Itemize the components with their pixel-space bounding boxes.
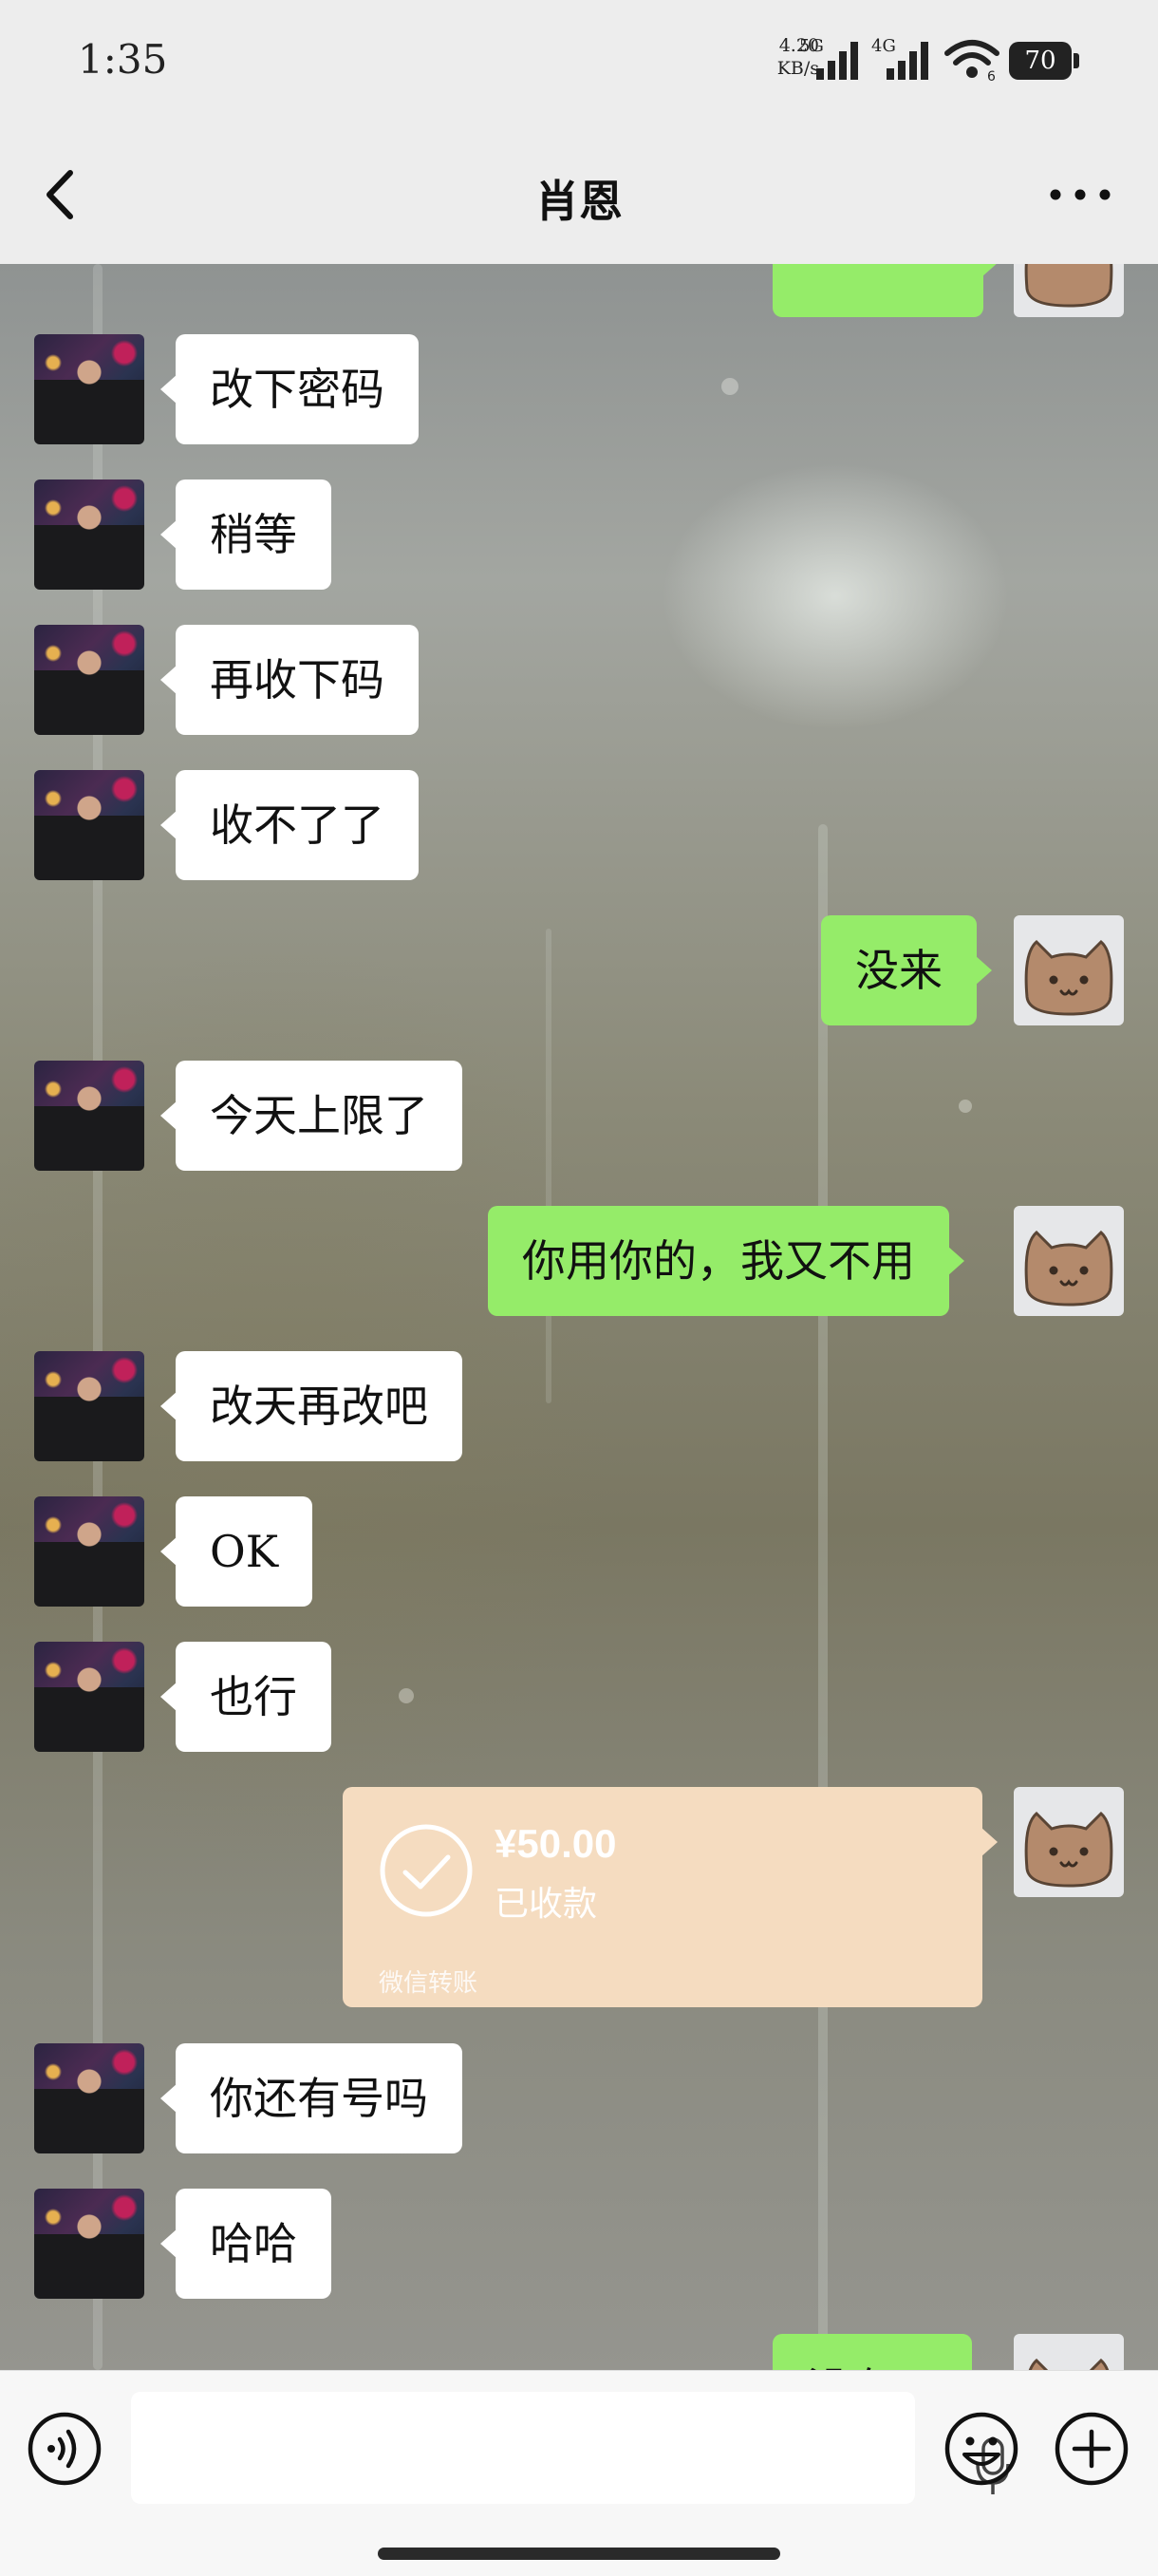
background-drop [721,378,738,395]
incoming-message-bubble[interactable]: 稍等 [160,479,331,590]
outgoing-message-bubble[interactable] [773,264,999,317]
status-time: 1:35 [78,36,168,83]
incoming-message-bubble[interactable]: 再收下码 [160,625,419,735]
background-drip [546,929,551,1403]
status-bar: 1:35 4.20 KB/s 5G 4G 6 70 [0,0,1158,123]
self-avatar[interactable] [1014,1787,1124,1897]
contact-avatar[interactable] [34,770,144,880]
check-circle-icon [380,1824,473,1917]
background-drip [818,824,828,2370]
outgoing-message-bubble[interactable]: 你用你的，我又不用 [488,1206,964,1316]
plus-circle-icon[interactable] [1054,2411,1130,2487]
background-drop [959,1100,972,1113]
contact-avatar[interactable] [34,479,144,590]
contact-avatar[interactable] [34,1061,144,1171]
incoming-message-bubble[interactable]: 今天上限了 [160,1061,462,1171]
contact-avatar[interactable] [34,1642,144,1752]
incoming-message-bubble[interactable]: 收不了了 [160,770,419,880]
battery-indicator: 70 [1009,42,1079,80]
cat-avatar-icon [1024,1230,1113,1307]
cat-avatar-icon [1024,264,1113,308]
network-speed-unit: KB/s [776,58,819,79]
chat-title: 肖恩 [535,176,623,227]
contact-avatar[interactable] [34,2043,144,2153]
cat-avatar-icon [1024,1811,1113,1888]
incoming-message-bubble[interactable]: 哈哈 [160,2189,331,2299]
cellular-signal-icon [887,42,928,80]
chat-message-list[interactable]: 改下密码 稍等 再收下码 收不了了 没来 今天上限了 你用你的，我又不用 改天再… [0,264,1158,2370]
self-avatar[interactable] [1014,264,1124,317]
message-text-field[interactable] [131,2392,1010,2504]
more-dots-icon[interactable] [1044,180,1116,209]
incoming-message-bubble[interactable]: 你还有号吗 [160,2043,462,2153]
cellular-signal-icon [816,42,858,80]
incoming-message-bubble[interactable]: 改天再改吧 [160,1351,462,1461]
message-input-bar [0,2370,1158,2576]
home-indicator[interactable] [378,2548,780,2560]
transfer-card[interactable]: ¥50.00 已收款 微信转账 [343,1787,998,2007]
voice-mode-icon[interactable] [27,2411,103,2487]
self-avatar[interactable] [1014,915,1124,1025]
contact-avatar[interactable] [34,625,144,735]
background-drop [399,1688,414,1703]
contact-avatar[interactable] [34,1351,144,1461]
wifi-icon: 6 [944,40,999,82]
outgoing-message-bubble[interactable]: 没来 [821,915,992,1025]
cat-avatar-icon [1028,2358,1110,2370]
incoming-message-bubble[interactable]: 也行 [160,1642,331,1752]
transfer-amount: ¥50.00 [495,1821,617,1866]
contact-avatar[interactable] [34,2189,144,2299]
transfer-status: 已收款 [495,1885,598,1924]
contact-avatar[interactable] [34,334,144,444]
incoming-message-bubble[interactable]: 改下密码 [160,334,419,444]
cat-avatar-icon [1024,939,1113,1016]
contact-avatar[interactable] [34,1496,144,1607]
emoji-icon[interactable] [943,2411,1019,2487]
self-avatar[interactable] [1014,2334,1124,2370]
incoming-message-bubble[interactable]: OK [159,1496,313,1607]
wifi-level: 6 [987,69,996,82]
self-avatar[interactable] [1014,1206,1124,1316]
chat-header: 肖恩 [0,123,1158,264]
outgoing-message-bubble[interactable]: 没有了 [773,2334,972,2370]
transfer-label: 微信转账 [379,1969,478,1998]
